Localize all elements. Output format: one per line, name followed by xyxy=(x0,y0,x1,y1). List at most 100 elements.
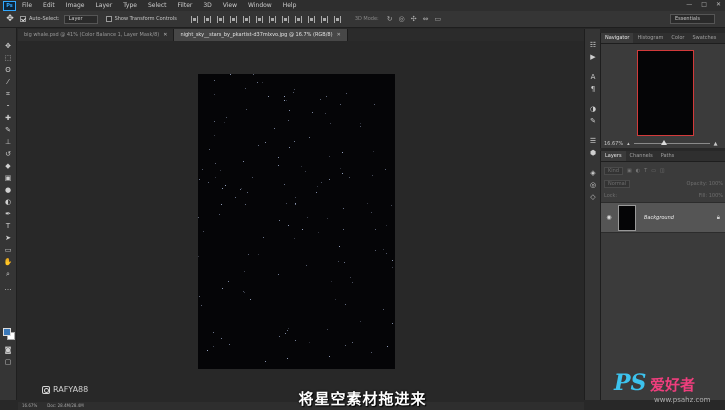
filter-type-icon[interactable]: T xyxy=(644,168,647,174)
actions-panel-icon[interactable]: ▶ xyxy=(588,53,598,62)
tab-night-sky[interactable]: night_sky__stars_by_pkartist-d37mlxvo.jp… xyxy=(174,29,348,41)
zoom-tool-icon[interactable]: ⌕ xyxy=(3,270,13,279)
align-left-icon[interactable] xyxy=(229,15,237,23)
filter-pixel-icon[interactable]: ▣ xyxy=(627,168,632,174)
show-transform-checkbox[interactable] xyxy=(105,16,112,22)
menu-edit[interactable]: Edit xyxy=(43,2,55,9)
menu-file[interactable]: File xyxy=(22,2,32,9)
3d-drag-icon[interactable]: ✣ xyxy=(411,15,417,23)
tab-layers[interactable]: Layers xyxy=(601,151,626,161)
zoom-slider[interactable] xyxy=(633,140,710,145)
align-right-icon[interactable] xyxy=(255,15,263,23)
menu-help[interactable]: Help xyxy=(283,2,297,9)
3d-scale-icon[interactable]: ▭ xyxy=(434,15,441,23)
quick-select-tool-icon[interactable]: ⁄ xyxy=(3,78,13,87)
fill-value[interactable]: 100% xyxy=(709,193,723,199)
gradient-tool-icon[interactable]: ▣ xyxy=(3,174,13,183)
filter-shape-icon[interactable]: ▭ xyxy=(651,168,656,174)
distribute-vcenter-icon[interactable] xyxy=(281,15,289,23)
styles-panel-icon[interactable]: ⬢ xyxy=(588,149,598,158)
dodge-tool-icon[interactable]: ◐ xyxy=(3,198,13,207)
menu-window[interactable]: Window xyxy=(248,2,272,9)
maximize-button[interactable]: □ xyxy=(701,1,707,8)
menu-select[interactable]: Select xyxy=(148,2,167,9)
healing-tool-icon[interactable]: ✚ xyxy=(3,114,13,123)
tab-big-whale[interactable]: big whale.psd @ 41% (Color Balance 1, La… xyxy=(18,29,175,41)
opacity-value[interactable]: 100% xyxy=(709,181,723,187)
paragraph-panel-icon[interactable]: ¶ xyxy=(588,85,598,94)
menu-3d[interactable]: 3D xyxy=(203,2,211,9)
adjustments-panel-icon[interactable]: ◑ xyxy=(588,105,598,114)
shape-tool-icon[interactable]: ▭ xyxy=(3,246,13,255)
menu-layer[interactable]: Layer xyxy=(95,2,112,9)
distribute-right-icon[interactable] xyxy=(333,15,341,23)
distribute-hcenter-icon[interactable] xyxy=(320,15,328,23)
align-top-icon[interactable] xyxy=(190,15,198,23)
menu-view[interactable]: View xyxy=(223,2,237,9)
menu-image[interactable]: Image xyxy=(66,2,85,9)
visibility-eye-icon[interactable]: ◉ xyxy=(604,214,614,221)
align-vcenter-icon[interactable] xyxy=(203,15,211,23)
auto-select-checkbox[interactable] xyxy=(20,16,26,22)
close-tab-icon[interactable]: ✕ xyxy=(337,32,341,38)
clone-stamp-tool-icon[interactable]: ⊥ xyxy=(3,138,13,147)
layer-row-background[interactable]: ◉ Background 🔒︎ xyxy=(601,202,725,233)
canvas-area[interactable] xyxy=(18,41,584,400)
eraser-tool-icon[interactable]: ◆ xyxy=(3,162,13,171)
marquee-tool-icon[interactable]: ⬚ xyxy=(3,54,13,63)
paths-panel-icon[interactable]: ◇ xyxy=(588,193,598,202)
hand-tool-icon[interactable]: ✋ xyxy=(3,258,13,267)
navigator-zoom-value[interactable]: 16.67% xyxy=(604,141,623,147)
crop-tool-icon[interactable]: ⌗ xyxy=(3,90,13,99)
channels-panel-icon[interactable]: ◎ xyxy=(588,181,598,190)
zoom-slider-handle[interactable] xyxy=(660,140,667,145)
minimize-button[interactable]: — xyxy=(686,1,692,8)
pen-tool-icon[interactable]: ✒ xyxy=(3,210,13,219)
brush-panel-icon[interactable]: ✎ xyxy=(588,117,598,126)
blend-mode-dropdown[interactable]: Normal xyxy=(604,179,631,188)
distribute-left-icon[interactable] xyxy=(307,15,315,23)
tab-color[interactable]: Color xyxy=(667,33,688,43)
foreground-color-swatch[interactable] xyxy=(3,328,11,336)
navigator-thumbnail[interactable] xyxy=(637,50,694,136)
workspace-switcher[interactable]: Essentials xyxy=(669,14,715,24)
screen-mode-icon[interactable]: ▢ xyxy=(3,358,13,367)
type-tool-icon[interactable]: T xyxy=(3,222,13,231)
close-button[interactable]: ✕ xyxy=(716,1,721,8)
history-brush-tool-icon[interactable]: ↺ xyxy=(3,150,13,159)
night-sky-image[interactable] xyxy=(198,74,395,369)
tab-paths[interactable]: Paths xyxy=(657,151,679,161)
align-bottom-icon[interactable] xyxy=(216,15,224,23)
tab-channels[interactable]: Channels xyxy=(626,151,657,161)
lasso-tool-icon[interactable]: ʘ xyxy=(3,66,13,75)
filter-smart-icon[interactable]: ◫ xyxy=(660,168,665,174)
properties-panel-icon[interactable]: ☰ xyxy=(588,137,598,146)
quick-mask-icon[interactable]: ◙ xyxy=(3,346,13,355)
3d-slide-icon[interactable]: ⇔ xyxy=(423,15,429,23)
move-tool-icon[interactable]: ✥ xyxy=(3,42,13,51)
menu-filter[interactable]: Filter xyxy=(178,2,193,9)
tab-histogram[interactable]: Histogram xyxy=(633,33,667,43)
zoom-out-icon[interactable]: ▴ xyxy=(627,141,630,147)
more-tools-icon[interactable]: … xyxy=(3,284,13,293)
layers-panel-icon[interactable]: ◈ xyxy=(588,169,598,178)
3d-roll-icon[interactable]: ◎ xyxy=(399,15,405,23)
blur-tool-icon[interactable]: ● xyxy=(3,186,13,195)
move-tool-icon[interactable]: ✥ xyxy=(0,14,20,24)
menu-type[interactable]: Type xyxy=(123,2,137,9)
auto-select-dropdown[interactable]: Layer xyxy=(63,14,98,24)
tab-swatches[interactable]: Swatches xyxy=(688,33,720,43)
path-selection-tool-icon[interactable]: ➤ xyxy=(3,234,13,243)
brush-tool-icon[interactable]: ✎ xyxy=(3,126,13,135)
character-panel-icon[interactable]: A xyxy=(588,73,598,82)
distribute-bottom-icon[interactable] xyxy=(294,15,302,23)
3d-rotate-icon[interactable]: ↻ xyxy=(387,15,393,23)
eyedropper-tool-icon[interactable]: ⁃ xyxy=(3,102,13,111)
layer-filter-dropdown[interactable]: Kind xyxy=(604,166,624,175)
close-tab-icon[interactable]: ✕ xyxy=(163,32,167,38)
align-hcenter-icon[interactable] xyxy=(242,15,250,23)
zoom-in-icon[interactable]: ▲ xyxy=(714,141,718,147)
tab-navigator[interactable]: Navigator xyxy=(601,33,634,43)
distribute-top-icon[interactable] xyxy=(268,15,276,23)
history-panel-icon[interactable]: ☷ xyxy=(588,41,598,50)
